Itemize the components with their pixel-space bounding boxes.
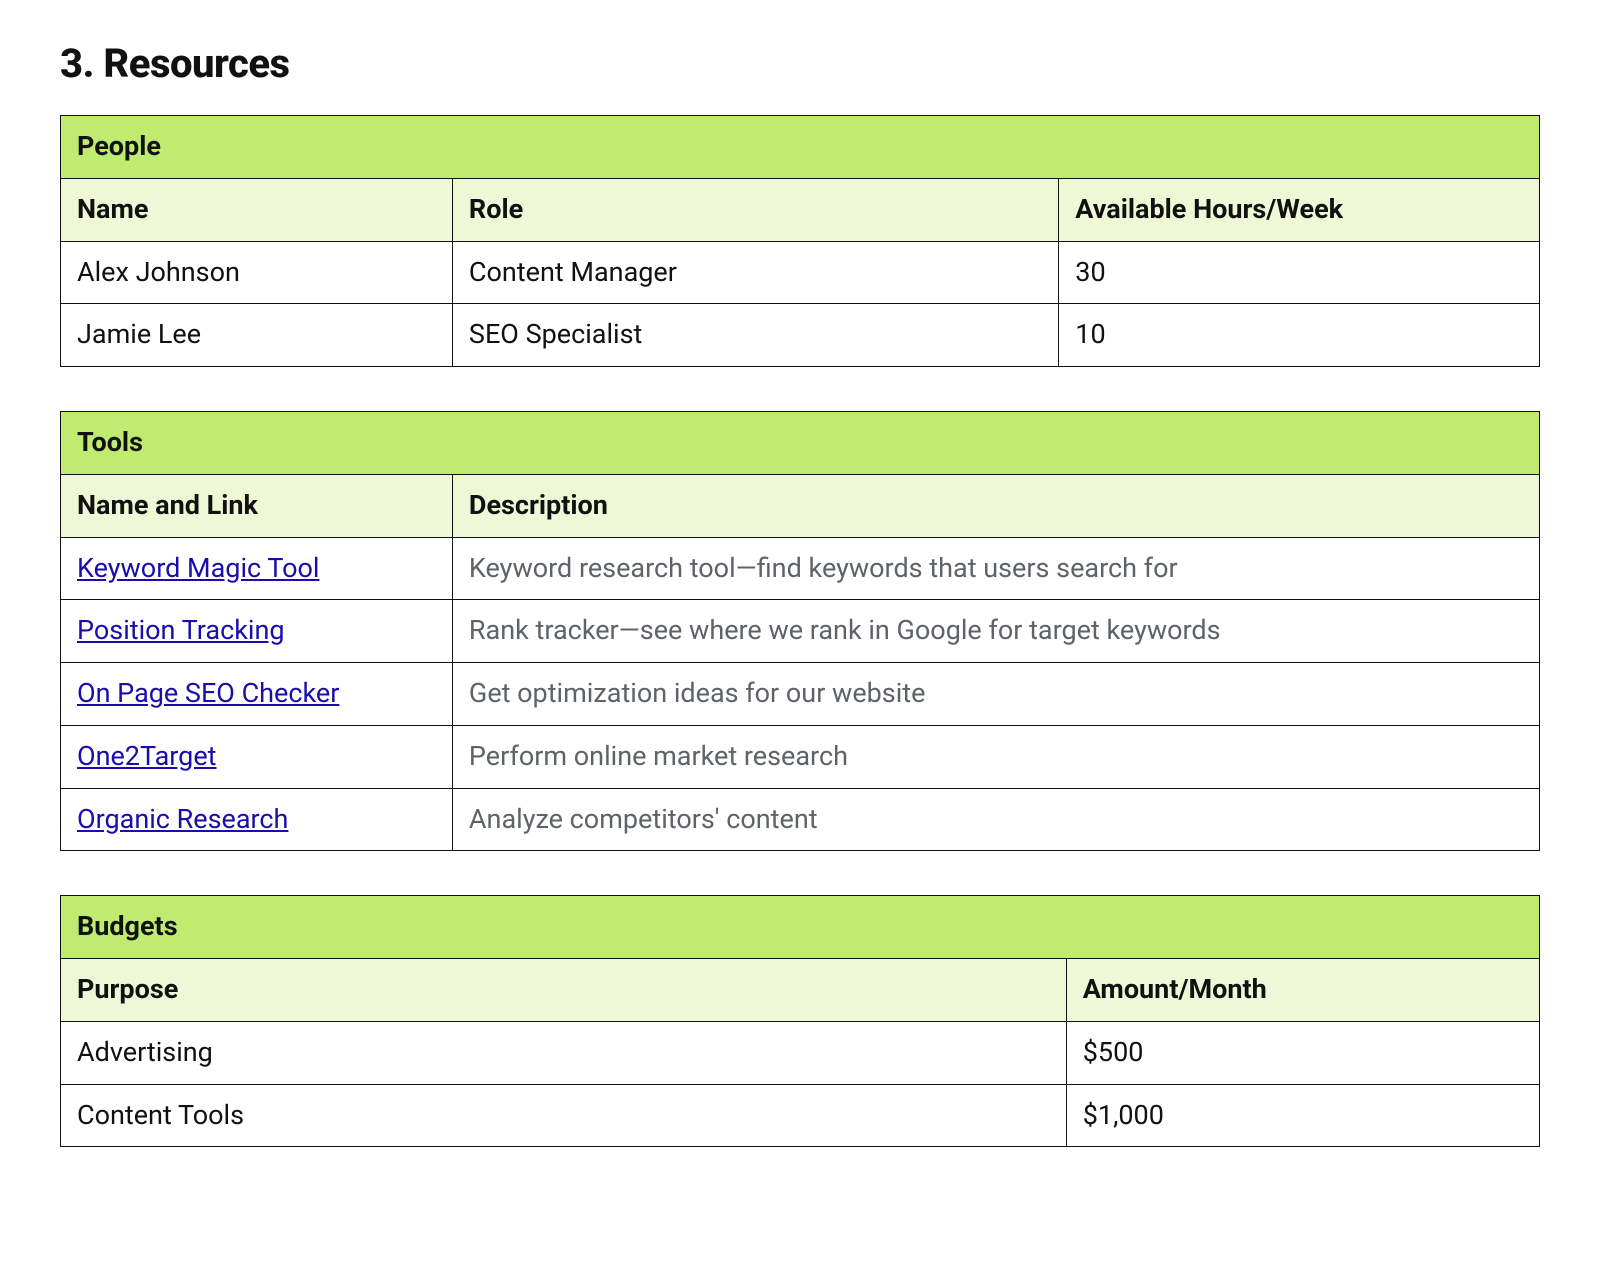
budgets-table: Budgets Purpose Amount/Month Advertising… (60, 895, 1540, 1147)
tool-link-on-page-seo-checker[interactable]: On Page SEO Checker (77, 677, 339, 709)
tool-name-cell: Organic Research (61, 788, 453, 851)
tool-desc: Get optimization ideas for our website (452, 663, 1539, 726)
tool-link-organic-research[interactable]: Organic Research (77, 803, 288, 835)
budgets-table-title: Budgets (61, 896, 1540, 959)
table-row: On Page SEO Checker Get optimization ide… (61, 663, 1540, 726)
people-col-role: Role (452, 178, 1058, 241)
budget-purpose: Advertising (61, 1021, 1067, 1084)
tool-desc: Analyze competitors' content (452, 788, 1539, 851)
budget-purpose: Content Tools (61, 1084, 1067, 1147)
tool-name-cell: Position Tracking (61, 600, 453, 663)
tools-table: Tools Name and Link Description Keyword … (60, 411, 1540, 851)
tool-link-keyword-magic-tool[interactable]: Keyword Magic Tool (77, 552, 320, 584)
table-row: Content Tools $1,000 (61, 1084, 1540, 1147)
person-hours: 30 (1059, 241, 1540, 304)
budgets-col-purpose: Purpose (61, 959, 1067, 1022)
tool-name-cell: On Page SEO Checker (61, 663, 453, 726)
budget-amount: $1,000 (1066, 1084, 1539, 1147)
tool-desc: Rank tracker—see where we rank in Google… (452, 600, 1539, 663)
person-name: Alex Johnson (61, 241, 453, 304)
person-hours: 10 (1059, 304, 1540, 367)
resources-section: 3. Resources People Name Role Available … (0, 0, 1600, 1271)
table-row: Position Tracking Rank tracker—see where… (61, 600, 1540, 663)
table-row: Organic Research Analyze competitors' co… (61, 788, 1540, 851)
person-role: Content Manager (452, 241, 1058, 304)
budgets-col-amount: Amount/Month (1066, 959, 1539, 1022)
people-table-title: People (61, 116, 1540, 179)
tools-col-name: Name and Link (61, 474, 453, 537)
tool-name-cell: One2Target (61, 725, 453, 788)
section-heading: 3. Resources (60, 40, 1540, 87)
people-col-name: Name (61, 178, 453, 241)
people-table: People Name Role Available Hours/Week Al… (60, 115, 1540, 367)
tool-desc: Perform online market research (452, 725, 1539, 788)
people-col-hours: Available Hours/Week (1059, 178, 1540, 241)
table-row: Advertising $500 (61, 1021, 1540, 1084)
tool-name-cell: Keyword Magic Tool (61, 537, 453, 600)
tools-table-title: Tools (61, 412, 1540, 475)
tools-col-desc: Description (452, 474, 1539, 537)
table-row: One2Target Perform online market researc… (61, 725, 1540, 788)
tool-desc: Keyword research tool—find keywords that… (452, 537, 1539, 600)
budget-amount: $500 (1066, 1021, 1539, 1084)
person-name: Jamie Lee (61, 304, 453, 367)
table-row: Keyword Magic Tool Keyword research tool… (61, 537, 1540, 600)
person-role: SEO Specialist (452, 304, 1058, 367)
table-row: Alex Johnson Content Manager 30 (61, 241, 1540, 304)
tool-link-one2target[interactable]: One2Target (77, 740, 217, 772)
tool-link-position-tracking[interactable]: Position Tracking (77, 614, 285, 646)
table-row: Jamie Lee SEO Specialist 10 (61, 304, 1540, 367)
